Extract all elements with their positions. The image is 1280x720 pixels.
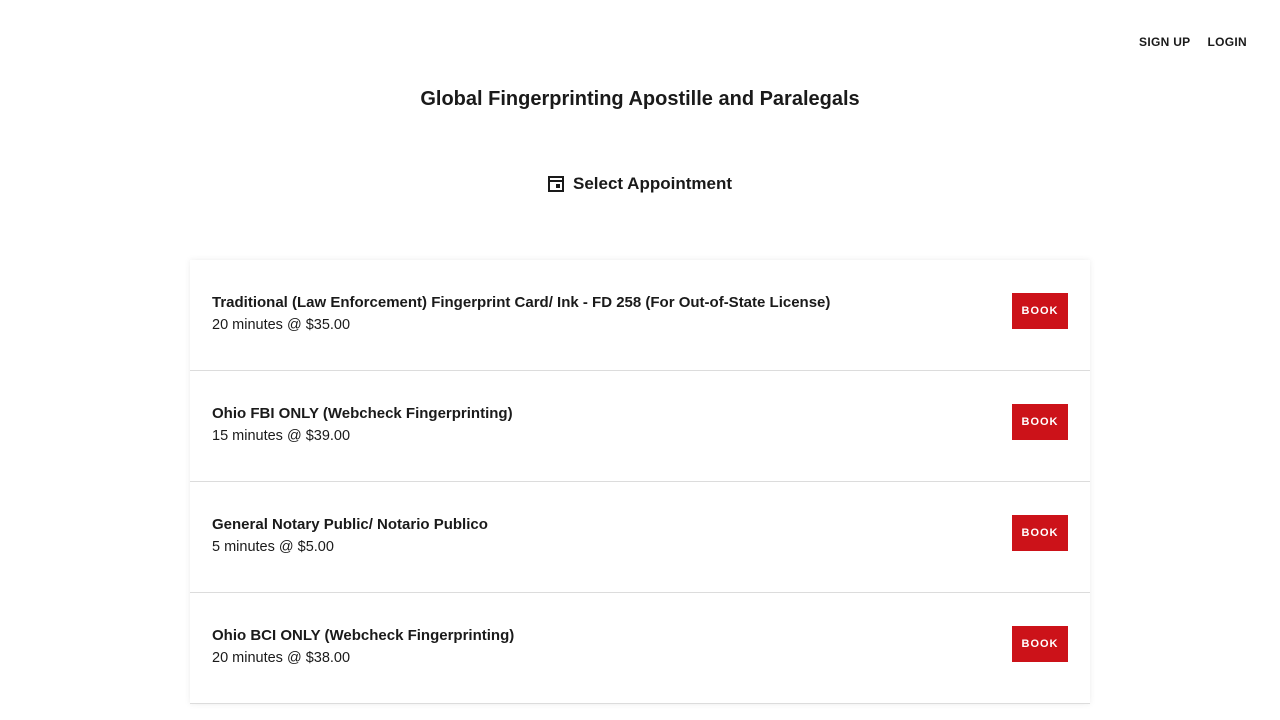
book-button[interactable]: BOOK [1012, 515, 1068, 551]
appointment-list: Traditional (Law Enforcement) Fingerprin… [190, 260, 1090, 704]
appointment-item: Ohio BCI ONLY (Webcheck Fingerprinting) … [190, 593, 1090, 704]
select-appointment-heading: Select Appointment [0, 174, 1280, 194]
appointment-item: Traditional (Law Enforcement) Fingerprin… [190, 260, 1090, 371]
calendar-icon [548, 176, 564, 192]
top-nav: SIGN UP LOGIN [1139, 35, 1247, 49]
appointment-details: 5 minutes @ $5.00 [212, 539, 334, 555]
signup-link[interactable]: SIGN UP [1139, 35, 1190, 49]
section-heading-label: Select Appointment [573, 174, 732, 193]
appointment-name: Ohio FBI ONLY (Webcheck Fingerprinting) [212, 405, 513, 422]
appointment-name: Traditional (Law Enforcement) Fingerprin… [212, 294, 831, 311]
appointment-name: General Notary Public/ Notario Publico [212, 516, 488, 533]
appointment-details: 20 minutes @ $38.00 [212, 650, 351, 666]
book-button[interactable]: BOOK [1012, 626, 1068, 662]
appointment-item: Ohio FBI ONLY (Webcheck Fingerprinting) … [190, 371, 1090, 482]
book-button[interactable]: BOOK [1012, 293, 1068, 329]
appointment-details: 20 minutes @ $35.00 [212, 317, 351, 333]
appointment-name: Ohio BCI ONLY (Webcheck Fingerprinting) [212, 627, 515, 644]
book-button[interactable]: BOOK [1012, 404, 1068, 440]
login-link[interactable]: LOGIN [1208, 35, 1248, 49]
business-title: Global Fingerprinting Apostille and Para… [420, 88, 860, 110]
appointment-item: General Notary Public/ Notario Publico 5… [190, 482, 1090, 593]
appointment-details: 15 minutes @ $39.00 [212, 428, 351, 444]
